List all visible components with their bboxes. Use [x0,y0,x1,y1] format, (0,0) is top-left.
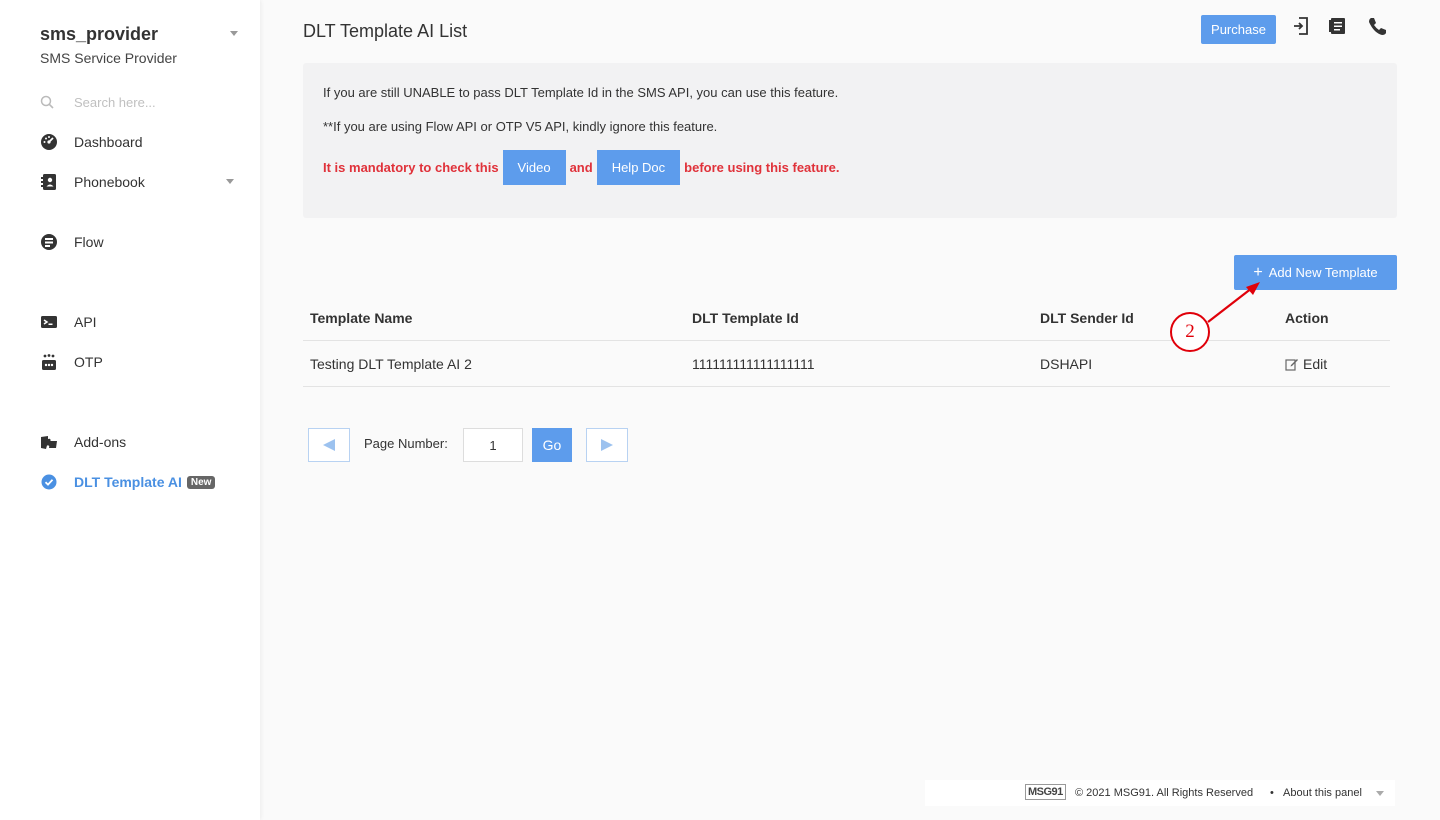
sidebar-item-api[interactable]: API [40,311,240,333]
page-number-input[interactable] [463,428,523,462]
sidebar-item-dashboard[interactable]: Dashboard [40,131,240,153]
chevron-down-icon[interactable] [230,31,238,36]
triangle-left-icon [323,439,335,451]
sidebar-item-dlt-template-ai[interactable]: DLT Template AI New [40,471,240,493]
column-header-sender-id: DLT Sender Id [1040,310,1134,326]
sidebar-item-add-ons[interactable]: Add-ons [40,431,240,453]
template-id-cell: 111111111111111111 [692,355,815,372]
sidebar-item-flow[interactable]: Flow [40,231,240,253]
sidebar-item-label: Add-ons [74,434,127,450]
column-header-action: Action [1285,310,1329,326]
account-name: sms_provider [40,24,159,44]
check-circle-icon [40,473,58,491]
footer: MSG91 © 2021 MSG91. All Rights Reserved … [925,780,1395,806]
info-panel: If you are still UNABLE to pass DLT Temp… [303,63,1397,218]
help-doc-button[interactable]: Help Doc [596,150,681,185]
warning-text: It is mandatory to check this [323,160,499,175]
search-icon [40,95,54,109]
new-badge: New [186,475,216,489]
about-panel-link[interactable]: About this panel [1283,787,1362,799]
sidebar-item-label: Phonebook [74,174,145,190]
warning-text: before using this feature. [684,160,840,175]
phone-icon[interactable] [1366,15,1388,37]
page-title: DLT Template AI List [303,21,468,41]
sidebar: sms_provider SMS Service Provider Dashbo… [0,0,260,820]
puzzle-icon [40,433,58,451]
account-subtitle: SMS Service Provider [40,50,177,66]
info-note: **If you are using Flow API or OTP V5 AP… [323,119,718,134]
sidebar-item-label: API [74,314,97,330]
msg91-logo: MSG91 [1025,784,1066,800]
button-label: Add New Template [1268,265,1378,280]
copyright-text: © 2021 MSG91. All Rights Reserved [1075,787,1254,799]
info-text: If you are still UNABLE to pass DLT Temp… [323,85,839,100]
logout-icon[interactable] [1290,15,1312,37]
purchase-button[interactable]: Purchase [1201,15,1276,44]
edit-link[interactable]: Edit [1285,356,1327,372]
warning-text: and [569,160,593,175]
edit-label: Edit [1303,355,1328,372]
triangle-right-icon [601,439,613,451]
otp-lock-icon [40,353,58,371]
sidebar-search [40,92,240,112]
flow-icon [40,233,58,251]
footer-separator: • [1270,787,1274,799]
sidebar-item-phonebook[interactable]: Phonebook [40,171,240,193]
column-header-template-id: DLT Template Id [692,310,799,326]
column-header-template-name: Template Name [310,310,413,326]
annotation-number: 2 [1185,321,1195,342]
warning-row: It is mandatory to check this Video and … [323,150,839,185]
notes-icon[interactable] [1326,15,1348,37]
previous-page-button[interactable] [308,428,350,462]
terminal-icon [40,313,58,331]
chevron-down-icon [226,179,234,184]
page-number-label: Page Number: [364,436,448,451]
video-button[interactable]: Video [502,150,566,185]
account-switcher[interactable]: sms_provider SMS Service Provider [40,24,240,66]
sender-id-cell: DSHAPI [1040,355,1093,372]
sidebar-item-label: OTP [74,354,103,370]
sidebar-item-label: DLT Template AI [74,474,182,490]
sidebar-item-label: Flow [74,234,104,250]
dashboard-gauge-icon [40,133,58,151]
sidebar-item-label: Dashboard [74,134,143,150]
action-cell: Edit [1285,341,1327,386]
sidebar-item-otp[interactable]: OTP [40,351,240,373]
chevron-down-icon[interactable] [1376,791,1384,796]
phonebook-icon [40,173,58,191]
edit-icon [1285,358,1298,371]
template-name-cell: Testing DLT Template AI 2 [310,355,472,372]
next-page-button[interactable] [586,428,628,462]
search-input[interactable] [74,92,234,112]
go-button[interactable]: Go [532,428,572,462]
